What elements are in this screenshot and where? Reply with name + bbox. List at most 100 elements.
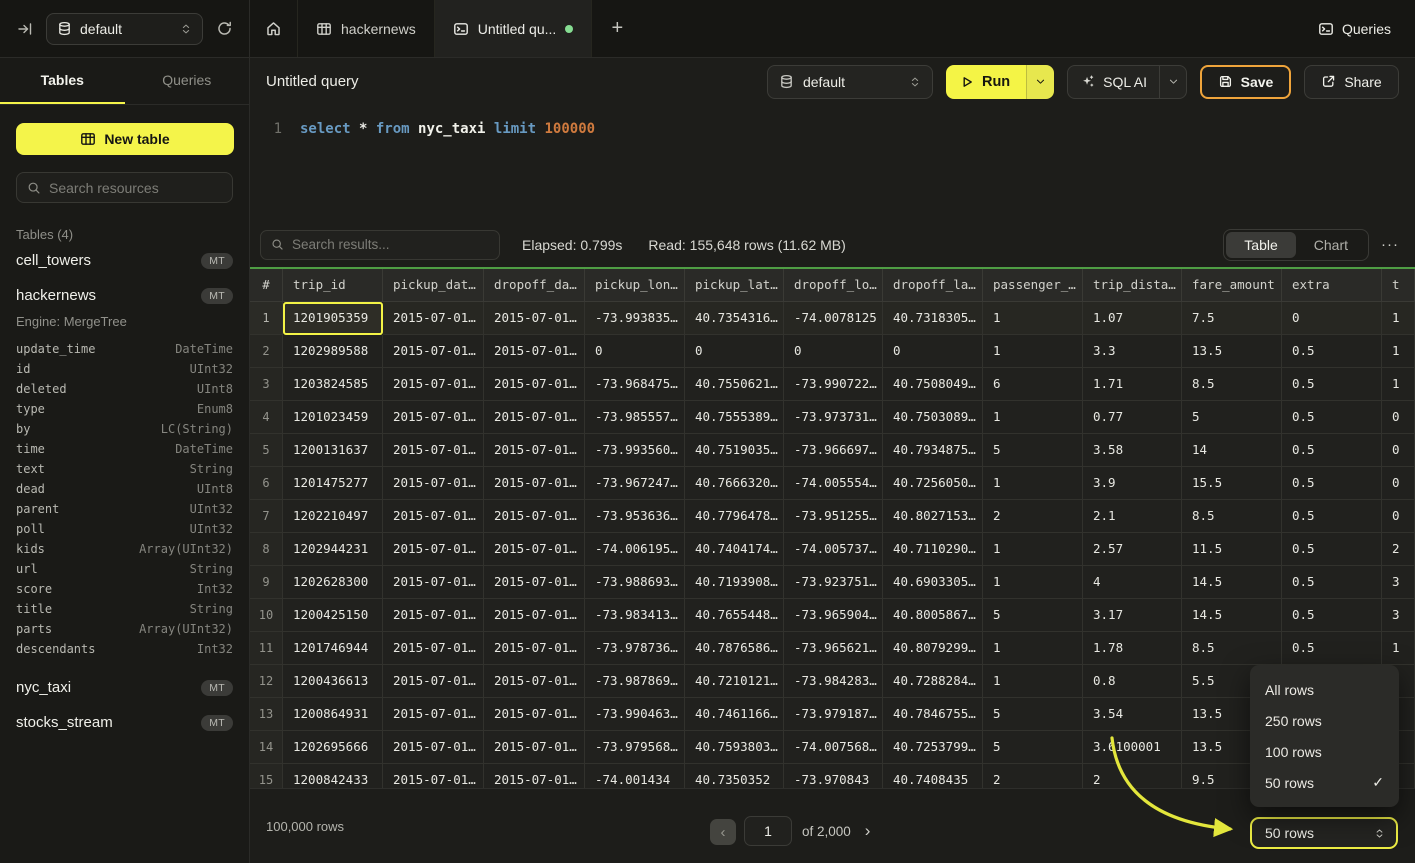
table-cell[interactable]: 3 — [1382, 566, 1415, 599]
table-cell[interactable]: 2015-07-01… — [484, 434, 585, 467]
table-cell[interactable]: 0.5 — [1282, 401, 1382, 434]
table-cell[interactable]: 40.7318305… — [883, 302, 983, 335]
refresh-icon[interactable] — [213, 18, 235, 40]
table-cell[interactable]: 2015-07-01… — [383, 368, 484, 401]
sql-ai-options-button[interactable] — [1159, 66, 1186, 98]
table-cell[interactable]: 40.7508049… — [883, 368, 983, 401]
table-cell[interactable]: 0.5 — [1282, 500, 1382, 533]
table-cell[interactable]: 1 — [983, 665, 1083, 698]
sidebar-tab-tables[interactable]: Tables — [0, 58, 125, 104]
sql-editor[interactable]: 1 select * from nyc_taxi limit 100000 — [250, 105, 1415, 222]
table-cell[interactable]: 40.7253799… — [883, 731, 983, 764]
table-cell[interactable]: 40.7110290… — [883, 533, 983, 566]
table-cell[interactable]: 40.7593803… — [685, 731, 784, 764]
table-cell[interactable]: 13.5 — [1182, 335, 1282, 368]
table-cell[interactable]: 1 — [1382, 368, 1415, 401]
table-cell[interactable]: 40.7876586… — [685, 632, 784, 665]
table-cell[interactable]: 2015-07-01… — [484, 731, 585, 764]
table-cell[interactable]: 14.5 — [1182, 599, 1282, 632]
run-options-button[interactable] — [1026, 65, 1054, 99]
table-cell[interactable]: 40.7666320… — [685, 467, 784, 500]
table-cell[interactable]: 40.7503089… — [883, 401, 983, 434]
table-cell[interactable]: 2015-07-01… — [383, 731, 484, 764]
table-cell[interactable]: 2015-07-01… — [484, 566, 585, 599]
table-cell[interactable]: 40.6903305… — [883, 566, 983, 599]
table-cell[interactable]: -74.006195… — [585, 533, 685, 566]
table-cell[interactable]: -73.923751… — [784, 566, 883, 599]
run-button[interactable]: Run — [946, 65, 1026, 99]
table-cell[interactable]: 2015-07-01… — [383, 434, 484, 467]
more-options-button[interactable]: ··· — [1381, 236, 1399, 253]
new-table-button[interactable]: New table — [16, 123, 234, 155]
menu-item-all-rows[interactable]: All rows — [1250, 674, 1399, 705]
column-header[interactable]: dropoff_la… — [883, 269, 983, 302]
table-cell[interactable]: 40.8079299… — [883, 632, 983, 665]
column-header[interactable]: pickup_dat… — [383, 269, 484, 302]
table-cell[interactable]: 1 — [983, 632, 1083, 665]
search-results-input[interactable]: Search results... — [260, 230, 500, 260]
new-tab-button[interactable]: + — [592, 0, 642, 57]
column-header[interactable]: pickup_lat… — [685, 269, 784, 302]
next-page-button[interactable]: › — [865, 821, 871, 841]
table-cell[interactable]: 0 — [1282, 302, 1382, 335]
table-cell[interactable]: 0.5 — [1282, 335, 1382, 368]
table-cell[interactable]: 2 — [1083, 764, 1182, 788]
table-cell[interactable]: -74.0078125 — [784, 302, 883, 335]
table-cell[interactable]: 40.7555389… — [685, 401, 784, 434]
table-cell[interactable]: 2 — [1382, 533, 1415, 566]
table-cell[interactable]: 2.57 — [1083, 533, 1182, 566]
table-cell[interactable]: 2015-07-01… — [383, 566, 484, 599]
table-cell[interactable]: 2015-07-01… — [383, 698, 484, 731]
table-cell[interactable]: -73.984283… — [784, 665, 883, 698]
table-cell[interactable]: 2015-07-01… — [383, 632, 484, 665]
table-cell[interactable]: 1200864931 — [283, 698, 383, 731]
column-header[interactable]: passenger_… — [983, 269, 1083, 302]
table-cell[interactable]: 3.3 — [1083, 335, 1182, 368]
database-selector[interactable]: default — [46, 13, 203, 45]
table-cell[interactable]: 40.7934875… — [883, 434, 983, 467]
column-header[interactable]: dropoff_lo… — [784, 269, 883, 302]
collapse-sidebar-icon[interactable] — [14, 18, 36, 40]
table-cell[interactable]: 1200131637 — [283, 434, 383, 467]
table-cell[interactable]: 1 — [983, 335, 1083, 368]
table-cell[interactable]: 1202989588 — [283, 335, 383, 368]
table-cell[interactable]: 1201905359 — [283, 302, 383, 335]
table-cell[interactable]: 2015-07-01… — [484, 467, 585, 500]
table-cell[interactable]: 1200425150 — [283, 599, 383, 632]
menu-item-250-rows[interactable]: 250 rows — [1250, 705, 1399, 736]
table-cell[interactable]: 5 — [983, 698, 1083, 731]
table-cell[interactable]: -73.988693… — [585, 566, 685, 599]
table-cell[interactable]: 0 — [883, 335, 983, 368]
table-cell[interactable]: 5 — [983, 434, 1083, 467]
table-cell[interactable]: 5 — [983, 731, 1083, 764]
column-header[interactable]: trip_dista… — [1083, 269, 1182, 302]
table-cell[interactable]: -73.983413… — [585, 599, 685, 632]
table-cell[interactable]: 3.9 — [1083, 467, 1182, 500]
table-cell[interactable]: 2015-07-01… — [484, 401, 585, 434]
table-cell[interactable]: 3.17 — [1083, 599, 1182, 632]
table-cell[interactable]: 40.7519035… — [685, 434, 784, 467]
sidebar-table-nyc_taxi[interactable]: nyc_taxiMT — [0, 671, 249, 704]
table-cell[interactable]: 2015-07-01… — [383, 335, 484, 368]
table-cell[interactable]: 1 — [1382, 335, 1415, 368]
table-cell[interactable]: 1 — [983, 302, 1083, 335]
query-database-selector[interactable]: default — [767, 65, 933, 99]
table-cell[interactable]: 0 — [685, 335, 784, 368]
search-resources-input[interactable]: Search resources — [16, 172, 233, 203]
table-cell[interactable]: 40.8027153… — [883, 500, 983, 533]
table-cell[interactable]: 2015-07-01… — [484, 500, 585, 533]
table-cell[interactable]: -74.005737… — [784, 533, 883, 566]
table-cell[interactable]: 0.5 — [1282, 566, 1382, 599]
table-cell[interactable]: 2015-07-01… — [484, 764, 585, 788]
table-cell[interactable]: 2015-07-01… — [383, 500, 484, 533]
page-size-select[interactable]: 50 rows — [1250, 817, 1398, 849]
table-cell[interactable]: 2015-07-01… — [484, 302, 585, 335]
table-cell[interactable]: 2015-07-01… — [484, 632, 585, 665]
table-cell[interactable]: 2015-07-01… — [484, 533, 585, 566]
table-cell[interactable]: -74.005554… — [784, 467, 883, 500]
table-cell[interactable]: 8.5 — [1182, 632, 1282, 665]
column-header[interactable]: extra — [1282, 269, 1382, 302]
column-header[interactable]: # — [250, 269, 283, 302]
table-cell[interactable]: 1 — [983, 401, 1083, 434]
column-header[interactable]: t — [1382, 269, 1415, 302]
